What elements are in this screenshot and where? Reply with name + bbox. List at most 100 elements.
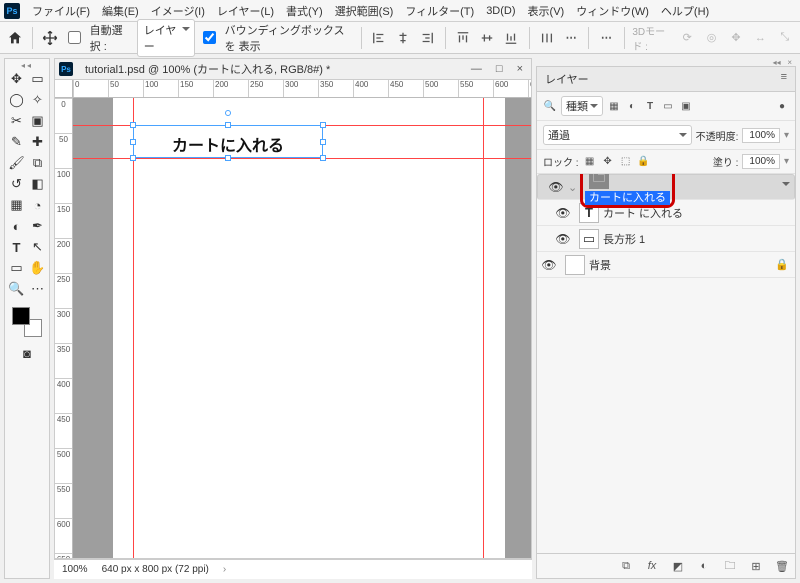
filter-pixel-icon[interactable]: ▦ xyxy=(607,99,621,113)
3d-orbit-icon[interactable]: ⟳ xyxy=(678,27,696,49)
color-swatches[interactable] xyxy=(12,307,42,337)
layer-row-group[interactable]: 👁 ⌄ 🗀 カートに入れる xyxy=(537,174,795,200)
dodge-tool[interactable]: ◐ xyxy=(7,216,27,236)
auto-select-checkbox[interactable] xyxy=(68,31,81,44)
guide-vertical[interactable] xyxy=(483,98,484,558)
layer-row-background[interactable]: 👁 背景 🔒 xyxy=(537,252,795,278)
document-titlebar[interactable]: Ps tutorial1.psd @ 100% (カートに入れる, RGB/8#… xyxy=(54,58,532,80)
status-chevron-icon[interactable]: › xyxy=(223,564,226,575)
layer-name-edit[interactable]: カートに入れる xyxy=(585,191,670,205)
transform-handle[interactable] xyxy=(320,139,326,145)
eraser-tool[interactable]: ◧ xyxy=(28,174,48,194)
close-icon[interactable]: × xyxy=(513,63,527,75)
layer-fx-icon[interactable]: fx xyxy=(643,558,661,574)
layer-mask-icon[interactable]: ◩ xyxy=(669,558,687,574)
transform-handle[interactable] xyxy=(225,155,231,161)
transform-bounding-box[interactable]: カートに入れる xyxy=(133,125,323,158)
gradient-tool[interactable]: ▦ xyxy=(7,195,27,215)
zoom-level[interactable]: 100% xyxy=(62,564,88,575)
align-hcenter-icon[interactable] xyxy=(394,27,412,49)
align-bottom-icon[interactable] xyxy=(502,27,520,49)
new-group-icon[interactable]: 🗀 xyxy=(721,558,739,574)
layer-name[interactable]: 長方形 1 xyxy=(603,231,795,247)
lock-all-icon[interactable]: 🔒 xyxy=(637,155,651,169)
filter-shape-icon[interactable]: ▭ xyxy=(661,99,675,113)
document-viewport[interactable]: 050100150200250300350400450500550600650 … xyxy=(54,80,532,559)
menu-3d[interactable]: 3D(D) xyxy=(480,2,521,20)
artboard-tool[interactable]: ▭ xyxy=(28,69,48,89)
hand-tool[interactable]: ✋ xyxy=(28,258,48,278)
show-bbox-checkbox[interactable] xyxy=(203,31,216,44)
crop-tool[interactable]: ✂ xyxy=(7,111,27,131)
shape-tool[interactable]: ▭ xyxy=(7,258,27,278)
minimize-icon[interactable]: — xyxy=(467,63,486,75)
overflow-icon[interactable]: ⋯ xyxy=(597,27,615,49)
filter-adjust-icon[interactable]: ◐ xyxy=(625,99,639,113)
disclosure-icon[interactable]: ⌄ xyxy=(568,181,580,194)
menu-edit[interactable]: 編集(E) xyxy=(96,0,145,22)
3d-pan-icon[interactable]: ✥ xyxy=(727,27,745,49)
menu-layer[interactable]: レイヤー(L) xyxy=(211,0,280,22)
path-select-tool[interactable]: ↖ xyxy=(28,237,48,257)
lock-artboard-icon[interactable]: ⬚ xyxy=(619,155,633,169)
menu-type[interactable]: 書式(Y) xyxy=(280,0,329,22)
more-align-icon[interactable]: ⋯ xyxy=(562,27,580,49)
menu-file[interactable]: ファイル(F) xyxy=(26,0,96,22)
3d-roll-icon[interactable]: ◎ xyxy=(702,27,720,49)
align-vcenter-icon[interactable] xyxy=(478,27,496,49)
filter-type-icon[interactable]: T xyxy=(643,99,657,113)
3d-scale-icon[interactable]: ⤡ xyxy=(776,27,794,49)
blend-mode-dropdown[interactable]: 通過 xyxy=(543,125,692,145)
layers-panel-tab[interactable]: レイヤー ≡ xyxy=(537,67,795,92)
menu-help[interactable]: ヘルプ(H) xyxy=(655,0,715,22)
transform-handle[interactable] xyxy=(130,155,136,161)
transform-handle[interactable] xyxy=(320,155,326,161)
link-layers-icon[interactable]: ⧉ xyxy=(617,558,635,574)
healing-tool[interactable]: ✚ xyxy=(28,132,48,152)
history-brush-tool[interactable]: ↺ xyxy=(7,174,27,194)
foreground-color-swatch[interactable] xyxy=(12,307,30,325)
edit-toolbar[interactable]: ⋯ xyxy=(28,279,48,299)
brush-tool[interactable]: 🖌 xyxy=(7,153,27,173)
transform-handle[interactable] xyxy=(320,122,326,128)
panel-menu-icon[interactable]: ≡ xyxy=(781,71,787,83)
visibility-toggle-icon[interactable]: 👁 xyxy=(551,232,575,246)
canvas[interactable] xyxy=(113,98,505,559)
magic-wand-tool[interactable]: ✧ xyxy=(28,90,48,110)
delete-layer-icon[interactable]: 🗑 xyxy=(773,558,791,574)
auto-select-dropdown[interactable]: レイヤー xyxy=(137,19,195,57)
maximize-icon[interactable]: □ xyxy=(492,63,507,75)
move-tool[interactable]: ✥ xyxy=(7,69,27,89)
transform-handle[interactable] xyxy=(130,139,136,145)
align-top-icon[interactable] xyxy=(453,27,471,49)
lasso-tool[interactable]: ◯ xyxy=(7,90,27,110)
visibility-toggle-icon[interactable]: 👁 xyxy=(544,180,568,194)
ruler-vertical[interactable]: 0501001502002503003504004505005506006507… xyxy=(55,98,73,558)
ruler-horizontal[interactable]: 050100150200250300350400450500550600650 xyxy=(73,80,531,98)
lock-pixels-icon[interactable]: ▦ xyxy=(583,155,597,169)
panel-collapse-icon[interactable]: ◂◂ × xyxy=(536,58,796,66)
lock-icon[interactable]: 🔒 xyxy=(775,258,789,271)
move-tool-arrows-icon[interactable] xyxy=(41,27,59,49)
layer-name[interactable]: 背景 xyxy=(589,257,775,273)
align-left-icon[interactable] xyxy=(369,27,387,49)
adjustment-layer-icon[interactable]: ◐ xyxy=(695,558,713,574)
fill-input[interactable]: 100% xyxy=(742,154,780,169)
new-layer-icon[interactable]: ⊞ xyxy=(747,558,765,574)
rotate-handle[interactable] xyxy=(225,110,231,116)
opacity-input[interactable]: 100% xyxy=(742,128,780,143)
frame-tool[interactable]: ▣ xyxy=(28,111,48,131)
quickmask-icon[interactable]: ◙ xyxy=(17,343,37,363)
menu-view[interactable]: 表示(V) xyxy=(522,0,571,22)
filter-toggle-icon[interactable]: ● xyxy=(775,99,789,113)
ruler-origin[interactable] xyxy=(55,80,73,98)
lock-position-icon[interactable]: ✥ xyxy=(601,155,615,169)
type-tool[interactable]: T xyxy=(7,237,27,257)
eyedropper-tool[interactable]: ✎ xyxy=(7,132,27,152)
transform-handle[interactable] xyxy=(130,122,136,128)
transform-handle[interactable] xyxy=(225,122,231,128)
guide-vertical[interactable] xyxy=(133,98,134,558)
menu-bar[interactable]: Ps ファイル(F) 編集(E) イメージ(I) レイヤー(L) 書式(Y) 選… xyxy=(0,0,800,22)
panel-collapse-icon[interactable]: ◂◂ xyxy=(7,61,47,69)
visibility-toggle-icon[interactable]: 👁 xyxy=(537,258,561,272)
